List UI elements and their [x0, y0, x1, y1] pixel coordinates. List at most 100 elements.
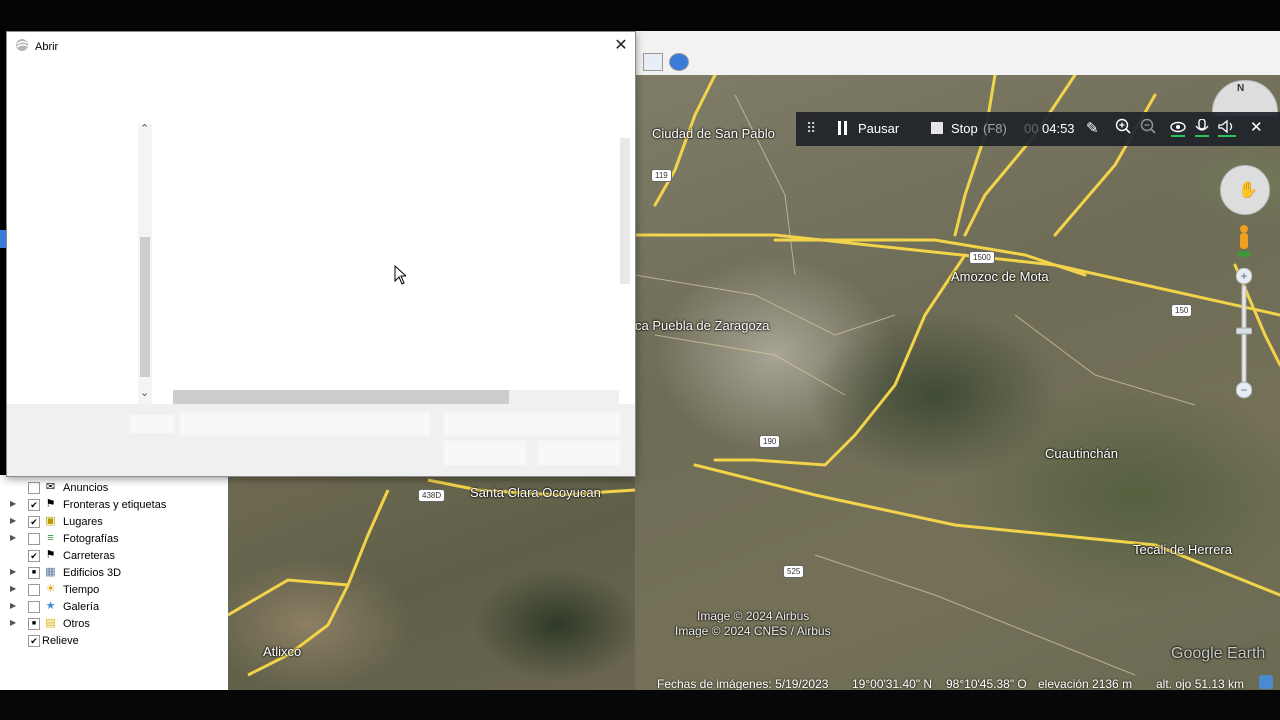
layer-checkbox[interactable]: ✔: [28, 499, 40, 511]
file-type-select[interactable]: [443, 412, 621, 436]
map-view-lower[interactable]: 438D 525 Santa Clara Ocoyucan Atlixco: [228, 475, 635, 690]
layer-item[interactable]: ▶ ✔ ⚑ Fronteras y etiquetas: [0, 497, 228, 514]
close-button[interactable]: ✕: [612, 37, 630, 55]
drag-handle-icon[interactable]: ⠿: [806, 120, 816, 137]
layer-label: Fronteras y etiquetas: [63, 499, 167, 511]
layer-checkbox[interactable]: ✔: [28, 635, 40, 647]
zoom-out-icon[interactable]: [1140, 118, 1156, 137]
route-shield: 525: [783, 565, 805, 578]
microphone-icon[interactable]: [1195, 118, 1209, 140]
layers-panel: ✉ Anuncios ▶ ✔ ⚑ Fronteras y etiquetas ▶…: [0, 475, 228, 690]
photos-icon: ≡: [47, 532, 54, 544]
pause-icon[interactable]: [838, 121, 848, 135]
google-earth-watermark: Google Earth: [1171, 645, 1266, 662]
eye-altitude: alt. ojo 51.13 km: [1156, 677, 1245, 691]
close-icon[interactable]: ✕: [1250, 118, 1263, 136]
layer-item[interactable]: ✉ Anuncios: [0, 480, 228, 497]
layer-label: Tiempo: [63, 584, 100, 596]
layer-checkbox[interactable]: [28, 482, 40, 494]
map-label: Amozoc de Mota: [951, 269, 1049, 284]
stop-button[interactable]: Stop: [951, 121, 978, 136]
layer-label: Galería: [63, 601, 100, 613]
layer-checkbox[interactable]: [28, 601, 40, 613]
dialog-footer: [7, 404, 635, 476]
layer-item[interactable]: ▶ ■ ▦ Edificios 3D: [0, 565, 228, 582]
stop-shortcut: (F8): [983, 121, 1007, 136]
buildings-3d-icon: ▦: [45, 566, 56, 578]
map-label: Santa Clara Ocoyucan: [470, 485, 601, 500]
layer-label: Edificios 3D: [63, 567, 122, 579]
dialog-title: Abrir: [35, 41, 59, 53]
envelope-icon: ✉: [45, 481, 56, 493]
scroll-down-arrow-icon[interactable]: ⌄: [140, 386, 149, 399]
stop-icon[interactable]: [931, 122, 943, 134]
compass-north-icon[interactable]: N: [1237, 83, 1244, 94]
expand-arrow-icon[interactable]: ▶: [10, 499, 16, 508]
latitude: 19°00'31.40" N: [852, 677, 933, 691]
expand-arrow-icon[interactable]: ▶: [10, 601, 16, 610]
weather-sun-icon: ☀: [45, 583, 56, 595]
move-control[interactable]: ✋: [1220, 165, 1270, 215]
route-shield: 438D: [418, 489, 446, 502]
layer-item[interactable]: ▶ ■ ▤ Otros: [0, 616, 228, 633]
layer-item[interactable]: ✔ Relieve: [0, 633, 228, 650]
bottom-bar: [0, 690, 1280, 720]
layer-item[interactable]: ▶ ✔ ▣ Lugares: [0, 514, 228, 531]
map-view[interactable]: Ciudad de San Pablo Amozoc de Mota ca Pu…: [635, 75, 1280, 690]
speaker-icon[interactable]: [1218, 119, 1236, 140]
screen-recorder-bar: ⠿ Pausar Stop (F8) 00 04:53 ✎ ✕: [796, 112, 1280, 146]
expand-arrow-icon[interactable]: ▶: [10, 584, 16, 593]
left-window-edge: [0, 230, 6, 248]
expand-arrow-icon[interactable]: ▶: [10, 618, 16, 627]
layer-checkbox[interactable]: ✔: [28, 550, 40, 562]
layer-checkbox[interactable]: ■: [28, 567, 40, 579]
file-list-horizontal-scrollbar[interactable]: [173, 390, 619, 404]
open-button[interactable]: [443, 440, 527, 466]
route-shield: 150: [1171, 304, 1193, 317]
historical-imagery-icon[interactable]: [643, 53, 663, 71]
layer-label: Otros: [63, 618, 90, 630]
expand-arrow-icon[interactable]: ▶: [10, 567, 16, 576]
layer-checkbox[interactable]: ■: [28, 618, 40, 630]
map-label: Ciudad de San Pablo: [652, 126, 775, 141]
zoom-slider[interactable]: + −: [1235, 267, 1253, 400]
folder-icon: ▤: [45, 617, 56, 629]
svg-text:−: −: [1240, 383, 1247, 397]
layer-checkbox[interactable]: [28, 533, 40, 545]
elevation: elevación 2136 m: [1038, 677, 1133, 691]
horizontal-scroll-thumb[interactable]: [173, 390, 509, 404]
mouse-cursor-icon: [394, 265, 406, 285]
road-network: [635, 75, 1280, 676]
street-view-pegman-icon[interactable]: [1236, 224, 1252, 258]
file-list[interactable]: [157, 122, 617, 402]
scroll-thumb[interactable]: [140, 237, 150, 377]
nav-pane-scrollbar[interactable]: ⌃ ⌄: [138, 122, 152, 404]
road-northeast: [953, 75, 997, 237]
layer-item[interactable]: ▶ ★ Galería: [0, 599, 228, 616]
pencil-icon[interactable]: ✎: [1086, 119, 1099, 137]
layer-label: Lugares: [63, 516, 103, 528]
layer-checkbox[interactable]: [28, 584, 40, 596]
route-shield: 119: [651, 169, 672, 182]
timer-prefix: 00: [1024, 121, 1039, 136]
layer-item[interactable]: ▶ ☀ Tiempo: [0, 582, 228, 599]
map-label: Tecali de Herrera: [1133, 542, 1232, 557]
road-south: [713, 253, 967, 467]
file-list-vertical-scrollbar[interactable]: [620, 138, 630, 284]
zoom-thumb: [1235, 327, 1253, 335]
earth-globe-icon[interactable]: [669, 53, 689, 71]
expand-arrow-icon[interactable]: ▶: [10, 533, 16, 542]
zoom-in-icon[interactable]: [1115, 118, 1131, 137]
cancel-button[interactable]: [537, 440, 621, 466]
google-earth-app-icon: [16, 39, 28, 51]
file-name-label: [129, 414, 175, 434]
layer-item[interactable]: ▶ ≡ Fotografías: [0, 531, 228, 548]
pause-button[interactable]: Pausar: [858, 121, 899, 136]
layer-item[interactable]: ✔ ⚑ Carreteras: [0, 548, 228, 565]
webcam-eye-icon[interactable]: [1169, 119, 1187, 140]
expand-arrow-icon[interactable]: ▶: [10, 516, 16, 525]
scroll-up-arrow-icon[interactable]: ⌃: [140, 122, 149, 135]
longitude: 98°10'45.38" O: [946, 677, 1027, 691]
layer-checkbox[interactable]: ✔: [28, 516, 40, 528]
file-name-input[interactable]: [179, 412, 431, 436]
